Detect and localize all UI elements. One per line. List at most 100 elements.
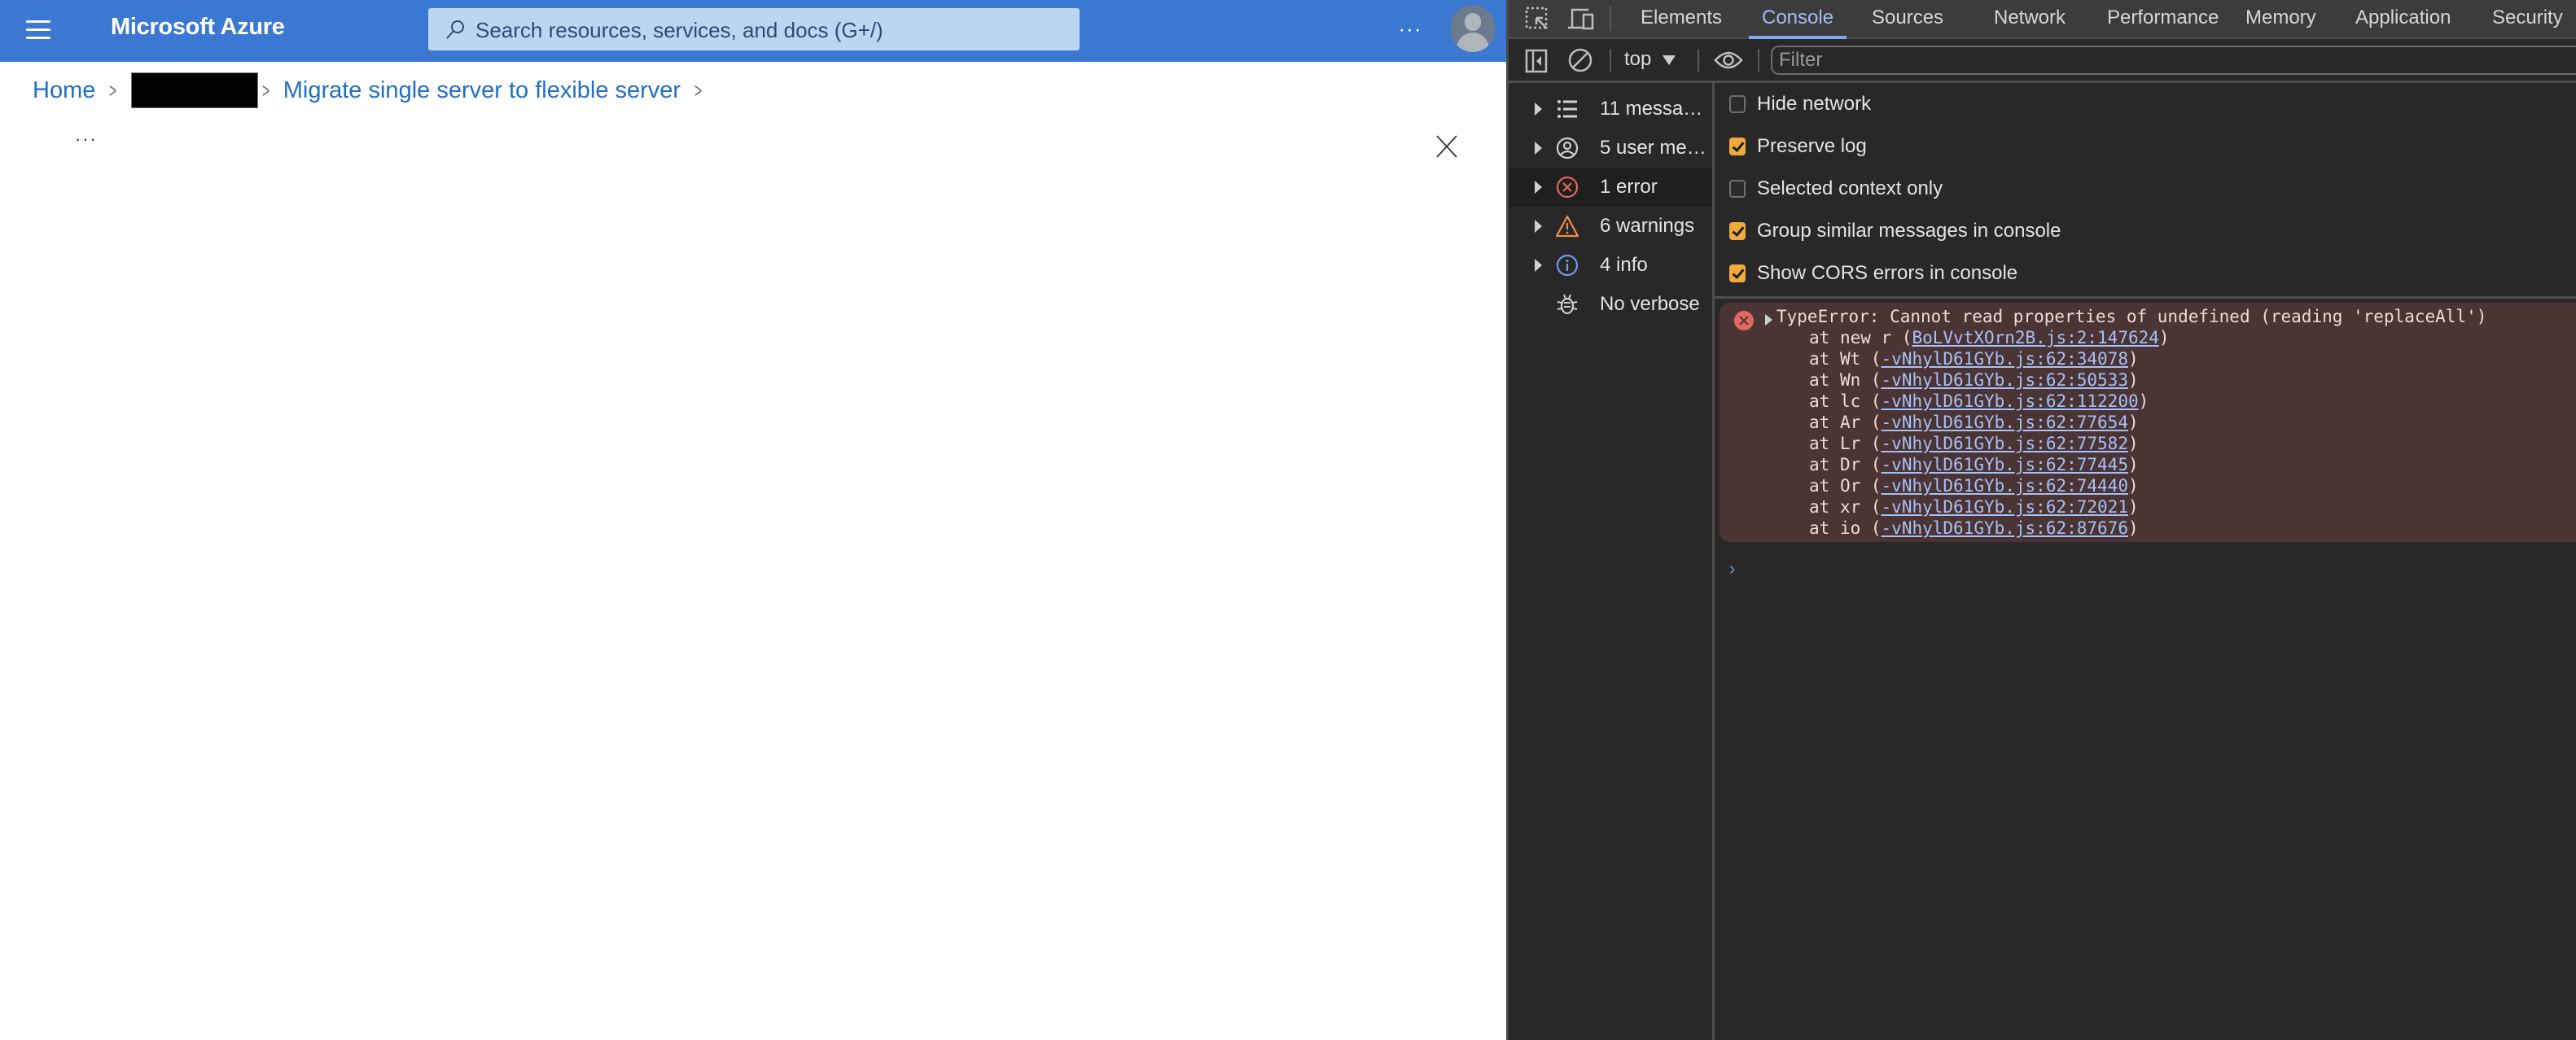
filter-input[interactable] bbox=[1771, 46, 2576, 75]
console-toolbar: top bbox=[1509, 39, 2576, 83]
stack-frame: at io (-vNhylD61GYb.js:62:87676) bbox=[1809, 518, 2139, 539]
list-icon bbox=[1557, 100, 1577, 118]
tab-memory[interactable]: Memory bbox=[2245, 0, 2316, 37]
setting-group-similar[interactable]: Group similar messages in console bbox=[1729, 215, 2061, 247]
tab-sources[interactable]: Sources bbox=[1872, 0, 1943, 37]
setting-show-cors-errors[interactable]: Show CORS errors in console bbox=[1729, 257, 2017, 290]
stack-frame-prefix: at bbox=[1809, 328, 1840, 347]
stack-frame-link[interactable]: -vNhylD61GYb.js:62:77445 bbox=[1882, 455, 2128, 474]
info-icon bbox=[1556, 254, 1579, 277]
stack-frame: at lc (-vNhylD61GYb.js:62:112200) bbox=[1809, 391, 2149, 412]
stack-frame-paren: ( bbox=[1860, 497, 1882, 517]
prompt-chevron-icon: › bbox=[1729, 558, 1736, 579]
stack-frame: at Wt (-vNhylD61GYb.js:62:34078) bbox=[1809, 348, 2139, 369]
more-icon[interactable]: ··· bbox=[1394, 16, 1426, 44]
stack-frame-prefix: at bbox=[1809, 370, 1840, 390]
tab-console[interactable]: Console bbox=[1748, 0, 1847, 39]
stack-frame-link[interactable]: -vNhylD61GYb.js:62:77582 bbox=[1882, 434, 2128, 453]
stack-frame-paren: ) bbox=[2127, 413, 2139, 432]
checkbox[interactable] bbox=[1729, 222, 1746, 240]
toggle-sidebar-icon[interactable] bbox=[1525, 49, 1548, 73]
hamburger-icon[interactable] bbox=[26, 18, 54, 42]
stack-frame-link[interactable]: -vNhylD61GYb.js:62:72021 bbox=[1882, 497, 2128, 517]
stack-frame-link[interactable]: -vNhylD61GYb.js:62:112200 bbox=[1882, 391, 2139, 411]
devtools-tab-bar: Elements Console Sources Network Perform… bbox=[1509, 0, 2576, 39]
divider bbox=[1698, 49, 1699, 72]
device-toolbar-icon[interactable] bbox=[1567, 7, 1595, 31]
setting-hide-network[interactable]: Hide network bbox=[1729, 88, 1871, 120]
stack-frame-link[interactable]: -vNhylD61GYb.js:62:74440 bbox=[1882, 476, 2128, 496]
error-icon bbox=[1556, 176, 1579, 199]
setting-label: Show CORS errors in console bbox=[1757, 262, 2018, 284]
breadcrumb-redacted[interactable] bbox=[130, 72, 258, 108]
stack-frame-link[interactable]: -vNhylD61GYb.js:62:50533 bbox=[1882, 370, 2128, 390]
divider bbox=[1758, 49, 1759, 72]
stack-frame-paren: ) bbox=[2127, 434, 2139, 453]
checkbox[interactable] bbox=[1729, 180, 1746, 198]
console-main: Hide network Preserve log Selected conte… bbox=[1715, 83, 2576, 1040]
stack-frame-link[interactable]: -vNhylD61GYb.js:62:34078 bbox=[1882, 349, 2128, 369]
sidebar-item-user-messages[interactable]: 5 user messages bbox=[1509, 129, 1712, 168]
expand-arrow-icon[interactable] bbox=[1765, 314, 1772, 326]
stack-frame: at Lr (-vNhylD61GYb.js:62:77582) bbox=[1809, 433, 2139, 454]
stack-frame-paren: ) bbox=[2127, 476, 2139, 496]
avatar-icon[interactable] bbox=[1451, 5, 1495, 52]
stack-frame-link[interactable]: -vNhylD61GYb.js:62:87676 bbox=[1882, 518, 2128, 538]
stack-frame: at Dr (-vNhylD61GYb.js:62:77445) bbox=[1809, 454, 2139, 475]
inspect-element-icon[interactable] bbox=[1525, 7, 1549, 31]
stack-frame: at xr (-vNhylD61GYb.js:62:72021) bbox=[1809, 496, 2139, 518]
user-icon bbox=[1556, 137, 1579, 159]
sidebar-item-label: 4 info bbox=[1600, 254, 1648, 276]
error-icon bbox=[1734, 311, 1754, 330]
search-icon bbox=[446, 20, 464, 39]
expand-arrow-icon bbox=[1535, 103, 1542, 116]
sidebar-item-errors[interactable]: 1 error bbox=[1509, 168, 1712, 207]
stack-frame-paren: ) bbox=[2158, 328, 2170, 347]
stack-frame-function: lc bbox=[1839, 391, 1861, 411]
sidebar-item-messages[interactable]: 11 messages bbox=[1509, 90, 1712, 129]
tab-security[interactable]: Security bbox=[2492, 0, 2563, 37]
stack-frame-prefix: at bbox=[1809, 518, 1840, 538]
stack-frame-function: Wt bbox=[1839, 349, 1861, 369]
brand-title[interactable]: Microsoft Azure bbox=[111, 14, 285, 41]
tab-network[interactable]: Network bbox=[1994, 0, 2066, 37]
stack-frame: at new r (BoLVvtXOrn2B.js:2:147624) bbox=[1809, 327, 2170, 348]
breadcrumb: Home > > Migrate single server to flexib… bbox=[33, 70, 716, 111]
devtools-panel: Elements Console Sources Network Perform… bbox=[1506, 0, 2576, 1040]
stack-frame-link[interactable]: BoLVvtXOrn2B.js:2:147624 bbox=[1912, 328, 2158, 347]
search-box[interactable] bbox=[428, 8, 1080, 52]
clear-console-icon[interactable] bbox=[1567, 47, 1593, 73]
stack-frame: at Ar (-vNhylD61GYb.js:62:77654) bbox=[1809, 412, 2139, 433]
stack-frame-prefix: at bbox=[1809, 476, 1840, 496]
bug-icon bbox=[1557, 294, 1578, 315]
checkbox[interactable] bbox=[1729, 95, 1746, 113]
stack-frame: at Or (-vNhylD61GYb.js:62:74440) bbox=[1809, 475, 2139, 496]
azure-portal-pane: Microsoft Azure ··· Home > > Migrate sin… bbox=[0, 0, 1506, 1040]
stack-frame-function: xr bbox=[1839, 497, 1861, 517]
sidebar-item-warnings[interactable]: 6 warnings bbox=[1509, 207, 1712, 246]
setting-preserve-log[interactable]: Preserve log bbox=[1729, 130, 1867, 163]
stack-frame-paren: ) bbox=[2138, 391, 2149, 411]
close-icon[interactable] bbox=[1435, 133, 1459, 159]
context-select[interactable]: top bbox=[1624, 44, 1676, 75]
breadcrumb-home[interactable]: Home bbox=[33, 77, 95, 104]
expand-arrow-icon bbox=[1535, 259, 1542, 272]
search-input[interactable] bbox=[474, 8, 1063, 52]
context-select-value: top bbox=[1624, 48, 1652, 70]
stack-frame-link[interactable]: -vNhylD61GYb.js:62:77654 bbox=[1882, 413, 2128, 432]
checkbox[interactable] bbox=[1729, 264, 1746, 282]
stack-frame-prefix: at bbox=[1809, 413, 1840, 432]
setting-selected-context-only[interactable]: Selected context only bbox=[1729, 173, 1943, 205]
page-more-icon[interactable]: ··· bbox=[75, 129, 98, 150]
tab-performance[interactable]: Performance bbox=[2107, 0, 2219, 37]
tab-elements[interactable]: Elements bbox=[1641, 0, 1722, 37]
console-prompt[interactable]: › bbox=[1729, 555, 2568, 586]
live-expression-eye-icon[interactable] bbox=[1714, 49, 1743, 72]
sidebar-item-info[interactable]: 4 info bbox=[1509, 246, 1712, 285]
console-input[interactable] bbox=[1754, 555, 2563, 586]
checkbox[interactable] bbox=[1729, 138, 1746, 155]
breadcrumb-migrate[interactable]: Migrate single server to flexible server bbox=[283, 77, 681, 104]
tab-application[interactable]: Application bbox=[2355, 0, 2451, 37]
stack-frame-prefix: at bbox=[1809, 349, 1840, 369]
sidebar-item-verbose[interactable]: No verbose bbox=[1509, 285, 1712, 324]
